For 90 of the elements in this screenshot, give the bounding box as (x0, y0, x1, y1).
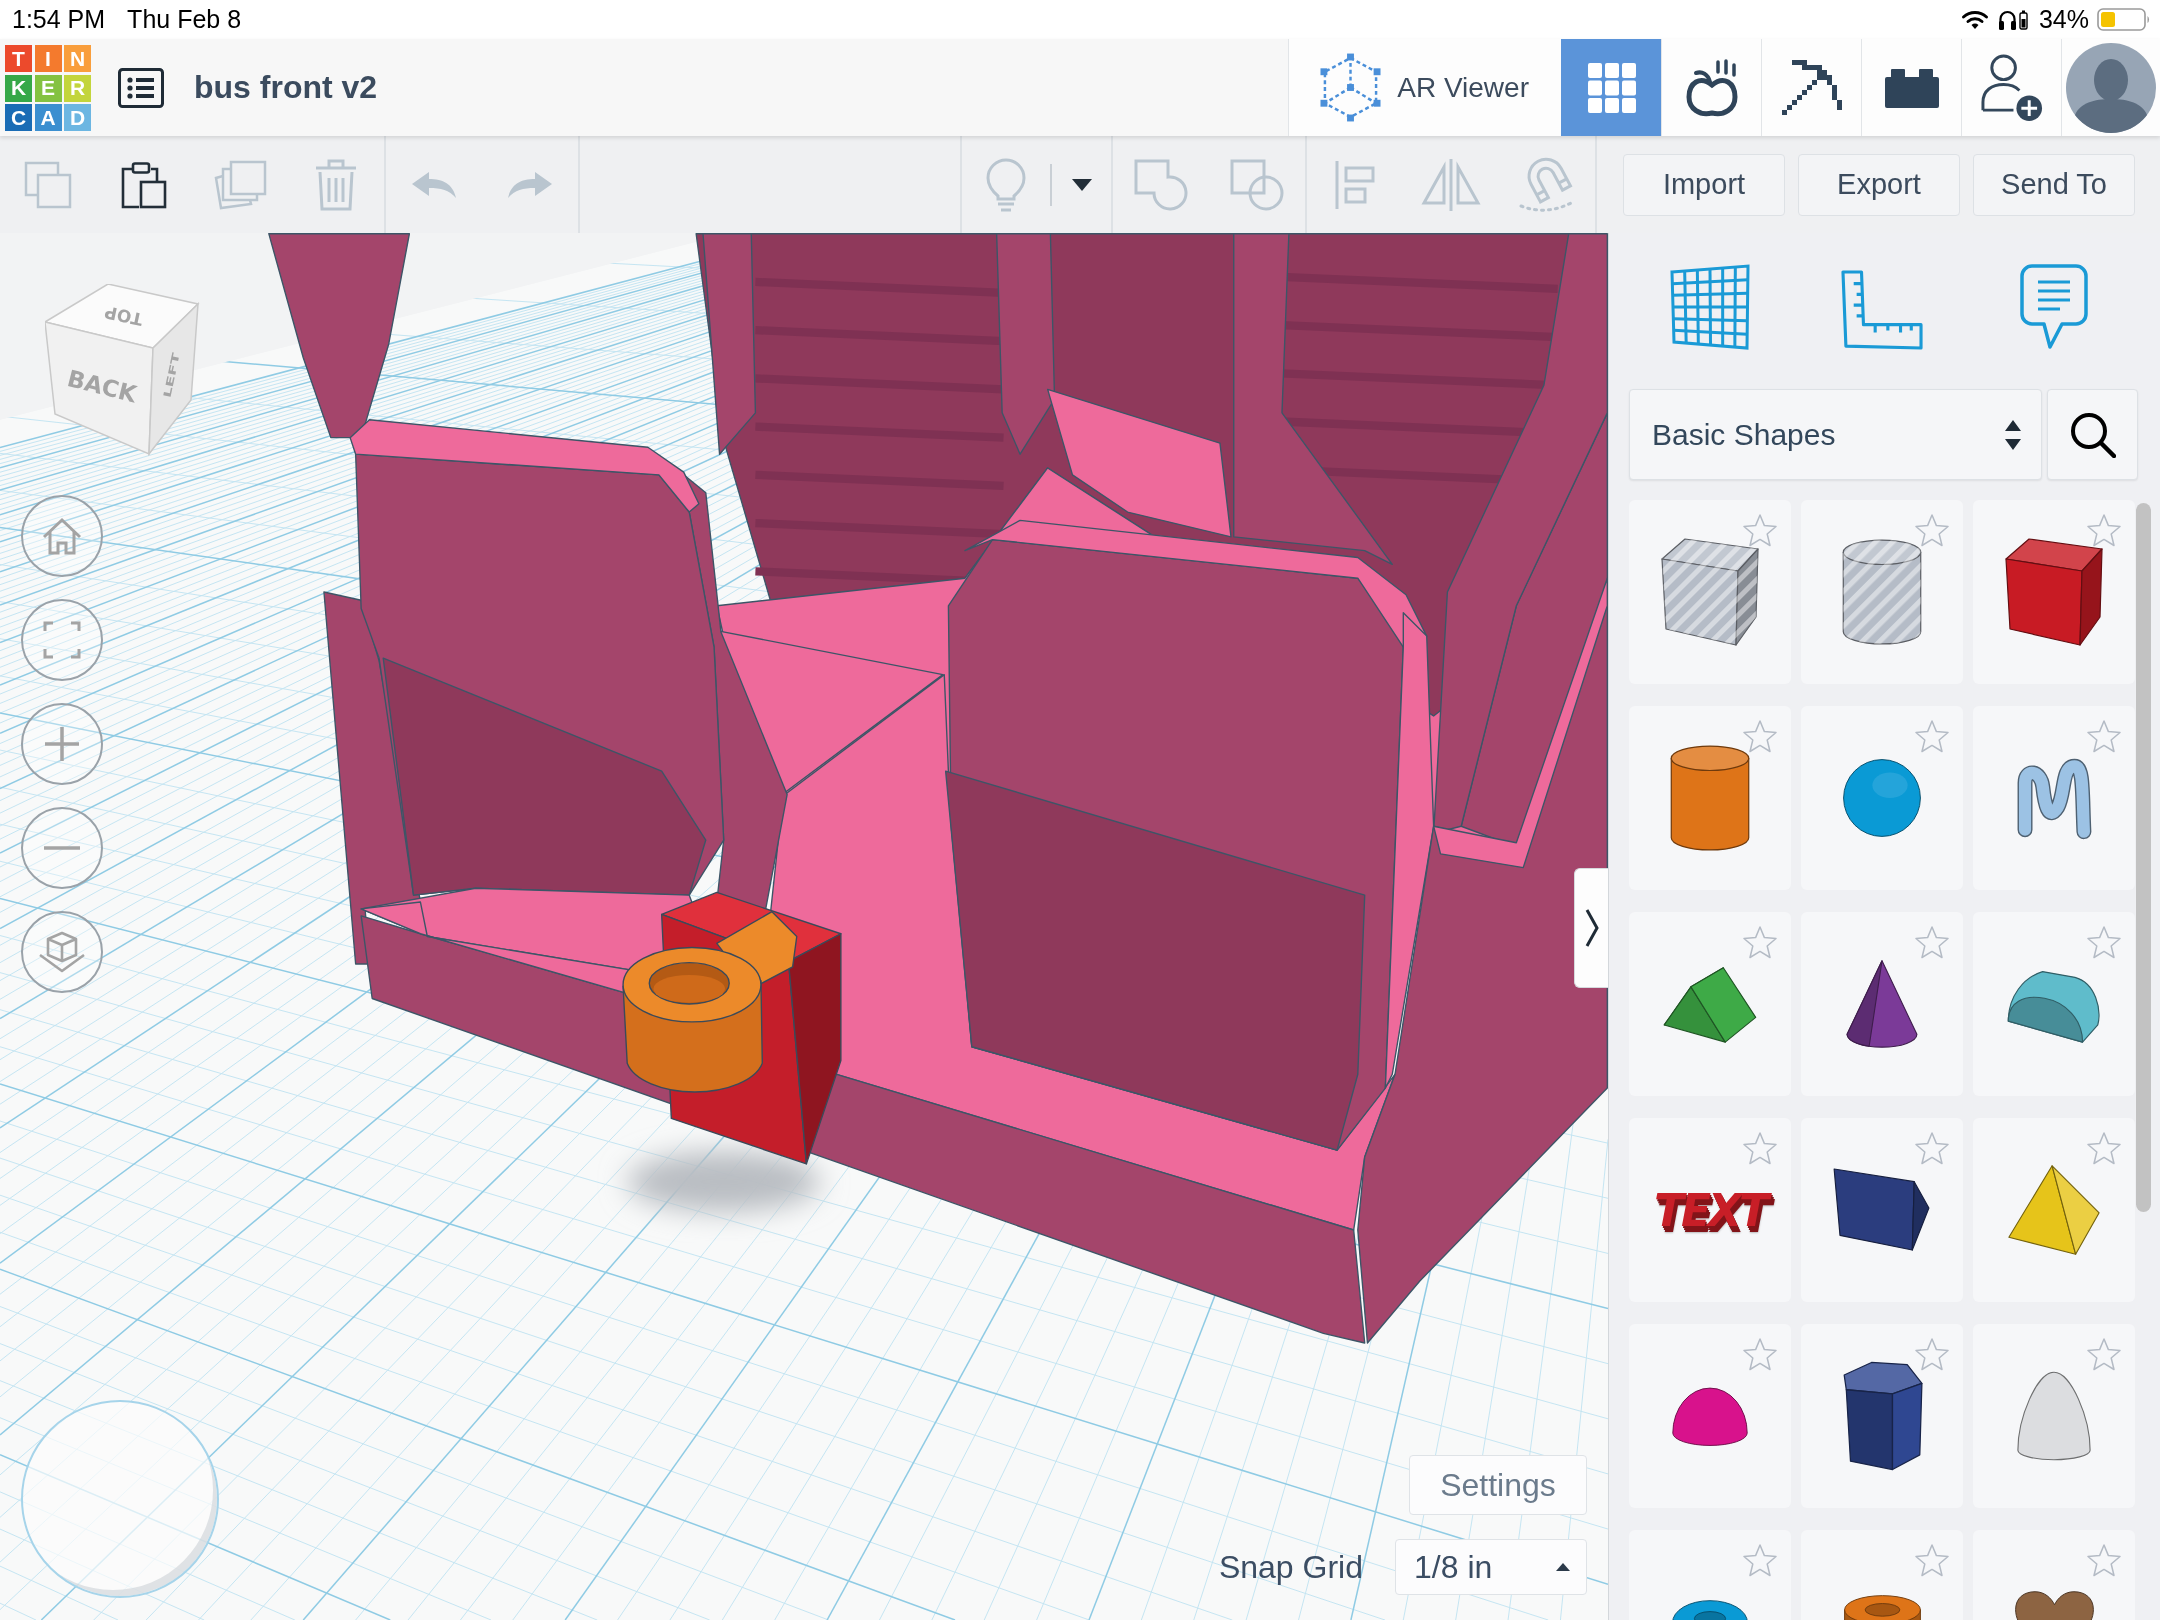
battery-percentage: 34% (2038, 5, 2089, 34)
snap-grid-label: Snap Grid (1218, 1548, 1363, 1586)
send-to-button[interactable]: Send To (1973, 153, 2135, 216)
star-icon[interactable] (1742, 513, 1778, 548)
star-icon[interactable] (1742, 1543, 1778, 1578)
logo-letter: C (5, 104, 32, 131)
star-icon[interactable] (1914, 1131, 1950, 1166)
chevron-right-icon (1584, 908, 1599, 948)
shape-tile[interactable] (1973, 1324, 2135, 1508)
battery-icon (2097, 8, 2151, 31)
category-select[interactable]: Basic Shapes (1629, 389, 2042, 480)
snap-grid-select[interactable]: 1/8 in (1395, 1539, 1587, 1595)
panel-collapse-button[interactable] (1574, 868, 1608, 988)
notes-icon[interactable] (2020, 264, 2088, 350)
star-icon[interactable] (1742, 719, 1778, 754)
zoom-in-button[interactable] (21, 703, 103, 785)
paste-icon[interactable] (121, 160, 167, 209)
export-button[interactable]: Export (1798, 153, 1960, 216)
logo-letter: T (5, 45, 32, 72)
search-button[interactable] (2047, 389, 2138, 480)
list-icon[interactable] (118, 67, 164, 108)
brick-icon (1884, 67, 1939, 108)
caret-icon[interactable] (1071, 178, 1092, 191)
star-icon[interactable] (2086, 1543, 2122, 1578)
star-icon[interactable] (1914, 719, 1950, 754)
shape-tile[interactable]: TEXT (1629, 1118, 1791, 1302)
ring-bracket-drawing[interactable] (622, 891, 842, 1165)
plus-icon (44, 726, 80, 762)
caret-icon (1556, 1563, 1570, 1571)
shape-tile[interactable] (1629, 706, 1791, 890)
shape-tile[interactable] (1973, 500, 2135, 684)
star-icon[interactable] (2086, 513, 2122, 548)
ruler-icon[interactable] (1841, 270, 1923, 350)
document-title: bus front v2 (194, 69, 378, 106)
shape-tile[interactable] (1801, 1324, 1963, 1508)
star-icon[interactable] (1914, 1543, 1950, 1578)
apple-icon (1685, 57, 1738, 118)
star-icon[interactable] (2086, 1131, 2122, 1166)
zoom-out-button[interactable] (21, 807, 103, 889)
home-icon (42, 517, 82, 555)
logo-letter: R (64, 74, 91, 102)
shape-tile[interactable] (1629, 912, 1791, 1096)
star-icon[interactable] (1914, 925, 1950, 960)
star-icon[interactable] (2086, 925, 2122, 960)
shape-tile[interactable] (1629, 1324, 1791, 1508)
ar-viewer-button[interactable]: AR Viewer (1288, 39, 1561, 136)
star-icon[interactable] (1742, 925, 1778, 960)
star-icon[interactable] (1914, 513, 1950, 548)
minus-icon (43, 845, 81, 851)
projection-button[interactable] (21, 911, 103, 993)
import-button[interactable]: Import (1623, 153, 1785, 216)
headphone-battery-icon (2018, 9, 2028, 30)
logo-letter: D (64, 104, 91, 131)
shape-tile[interactable] (1973, 1118, 2135, 1302)
logo-letter: N (64, 45, 91, 72)
shape-tile[interactable] (1629, 500, 1791, 684)
logo-letter: E (34, 74, 62, 102)
shape-tile[interactable] (1973, 912, 2135, 1096)
status-time: 1:54 PM (12, 5, 106, 34)
pickaxe-icon (1781, 60, 1842, 115)
wifi-icon (1960, 9, 1989, 30)
shape-tile[interactable] (1801, 1118, 1963, 1302)
avatar-icon[interactable] (2066, 42, 2156, 133)
scrollbar[interactable] (2136, 503, 2151, 1212)
fit-view-button[interactable] (21, 599, 103, 681)
fit-view-icon (43, 621, 81, 659)
shape-tile[interactable] (1801, 706, 1963, 890)
logo-letter: K (5, 74, 32, 102)
star-icon[interactable] (1742, 1337, 1778, 1372)
shape-tile[interactable] (1801, 912, 1963, 1096)
cube-arrow-icon (38, 931, 86, 973)
status-date: Thu Feb 8 (127, 5, 242, 34)
logo-letter: A (34, 104, 62, 131)
headphones-icon (1997, 8, 2017, 31)
star-icon[interactable] (1914, 1337, 1950, 1372)
star-icon[interactable] (2086, 1337, 2122, 1372)
grid-icon (1587, 62, 1636, 113)
workplane-icon[interactable] (1670, 264, 1750, 350)
star-icon[interactable] (1742, 1131, 1778, 1166)
add-user-icon[interactable] (1980, 53, 2043, 122)
updown-caret-icon (2005, 419, 2021, 450)
search-icon (2069, 411, 2116, 458)
ar-cube-icon (1320, 53, 1382, 122)
shape-tile[interactable] (1973, 706, 2135, 890)
logo-letter: I (34, 45, 62, 72)
shape-tile[interactable] (1801, 500, 1963, 684)
home-view-button[interactable] (21, 495, 103, 577)
star-icon[interactable] (2086, 719, 2122, 754)
settings-button[interactable]: Settings (1409, 1455, 1587, 1515)
seat-frame-model-drawing[interactable] (268, 233, 1608, 1344)
